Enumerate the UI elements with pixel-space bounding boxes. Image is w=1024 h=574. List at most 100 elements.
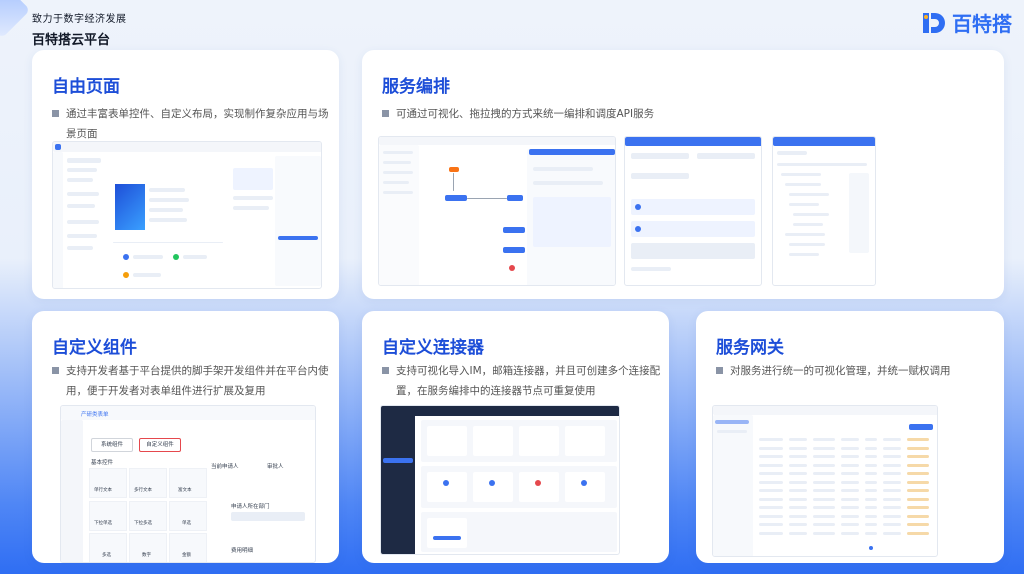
component-grid: 单行文本 多行文本 富文本 下拉单选 下拉多选 单选 多选 数字 金额 (89, 468, 209, 562)
table-cell (759, 438, 783, 441)
table-cell (907, 523, 929, 526)
table-cell (813, 497, 835, 501)
component-panel-preview: 产研类表单 系统组件 自定义组件 基本控件 单行文本 多行文本 富文本 下拉单选… (60, 405, 316, 563)
table-cell (841, 446, 859, 450)
table-cell (789, 472, 807, 475)
table-cell (813, 531, 835, 535)
table-cell (907, 531, 929, 535)
field-applicant: 当前申请人 (211, 464, 239, 470)
table-cell (841, 463, 859, 467)
table-cell (865, 514, 877, 518)
table-cell (907, 514, 929, 518)
api-config-dialog-preview (624, 136, 762, 286)
table-cell (813, 438, 835, 441)
card-title: 服务编排 (382, 77, 450, 97)
table-cell (759, 514, 783, 518)
table-cell (907, 463, 929, 467)
component-item[interactable]: 数字 (129, 533, 167, 562)
section-title: 基本控件 (91, 460, 114, 466)
table-cell (907, 506, 929, 509)
table-cell (759, 455, 783, 458)
table-cell (907, 489, 929, 492)
component-item[interactable]: 多行文本 (129, 468, 167, 498)
card-desc: 可通过可视化、拖拉拽的方式来统一编排和调度API服务 (382, 104, 982, 124)
table-cell (813, 472, 835, 475)
table-cell (865, 438, 877, 441)
table-cell (865, 497, 877, 501)
table-cell (759, 531, 783, 535)
table-cell (865, 463, 877, 467)
table-cell (789, 438, 807, 441)
component-item[interactable]: 富文本 (169, 468, 207, 498)
table-cell (813, 489, 835, 492)
component-item[interactable]: 下拉多选 (129, 500, 167, 531)
card-title: 自由页面 (52, 77, 120, 97)
tab-system[interactable]: 系统组件 (91, 438, 133, 452)
table-cell (883, 455, 901, 458)
orchestration-canvas-preview (378, 136, 616, 286)
table-cell (883, 497, 901, 501)
component-item[interactable]: 单行文本 (89, 468, 127, 498)
table-cell (759, 472, 783, 475)
table-cell (841, 438, 859, 441)
table-cell (865, 489, 877, 492)
table-cell (813, 480, 835, 484)
field-department: 申请人所在部门 (231, 504, 270, 510)
table-cell (789, 463, 807, 467)
component-item[interactable]: 下拉单选 (89, 500, 127, 531)
card-custom-component: 自定义组件 支持开发者基于平台提供的脚手架开发组件并在平台内使用，便于开发者对表… (32, 311, 339, 563)
table-cell (883, 523, 901, 526)
table-cell (883, 506, 901, 509)
component-item[interactable]: 单选 (169, 500, 207, 531)
table-cell (883, 472, 901, 475)
table-cell (865, 446, 877, 450)
table-cell (907, 446, 929, 450)
card-title: 服务网关 (716, 338, 784, 358)
table-cell (789, 480, 807, 484)
tree-config-preview (772, 136, 876, 286)
card-desc: 支持可视化导入IM，邮箱连接器，并且可创建多个连接配置，在服务编排中的连接器节点… (382, 361, 662, 401)
table-cell (841, 506, 859, 509)
table-cell (907, 438, 929, 441)
tab-custom[interactable]: 自定义组件 (139, 438, 181, 452)
page-header: 致力于数字经济发展 百特搭云平台 (32, 10, 127, 48)
table-cell (789, 446, 807, 450)
table-cell (883, 446, 901, 450)
brand-name: 百特搭 (952, 12, 1012, 36)
table-cell (841, 489, 859, 492)
table-cell (759, 506, 783, 509)
table-cell (883, 489, 901, 492)
table-cell (865, 531, 877, 535)
table-cell (813, 514, 835, 518)
gateway-table-preview (712, 405, 938, 557)
table-cell (841, 514, 859, 518)
table-cell (907, 455, 929, 458)
card-title: 自定义组件 (52, 338, 137, 358)
component-item[interactable]: 金额 (169, 533, 207, 562)
card-orchestration: 服务编排 可通过可视化、拖拉拽的方式来统一编排和调度API服务 (362, 50, 1004, 299)
corner-decoration (0, 0, 31, 39)
table-cell (789, 523, 807, 526)
table-cell (841, 497, 859, 501)
table-cell (907, 480, 929, 484)
table-cell (841, 472, 859, 475)
field-approver: 审批人 (267, 464, 284, 470)
table-cell (883, 531, 901, 535)
card-desc: 支持开发者基于平台提供的脚手架开发组件并在平台内使用，便于开发者对表单组件进行扩… (52, 361, 332, 401)
table-cell (841, 523, 859, 526)
card-custom-connector: 自定义连接器 支持可视化导入IM，邮箱连接器，并且可创建多个连接配置，在服务编排… (362, 311, 669, 563)
breadcrumb: 产研类表单 (81, 412, 109, 418)
page-designer-preview (52, 141, 322, 289)
brand-logo: 百特搭 (920, 8, 1012, 37)
card-gateway: 服务网关 对服务进行统一的可视化管理，并统一赋权调用 (696, 311, 1004, 563)
table-cell (759, 497, 783, 501)
table-cell (759, 463, 783, 467)
table-cell (907, 472, 929, 475)
table-cell (813, 463, 835, 467)
table-cell (883, 463, 901, 467)
page-title: 百特搭云平台 (32, 33, 111, 48)
table-cell (759, 480, 783, 484)
table-cell (813, 506, 835, 509)
table-cell (813, 523, 835, 526)
component-item[interactable]: 多选 (89, 533, 127, 562)
